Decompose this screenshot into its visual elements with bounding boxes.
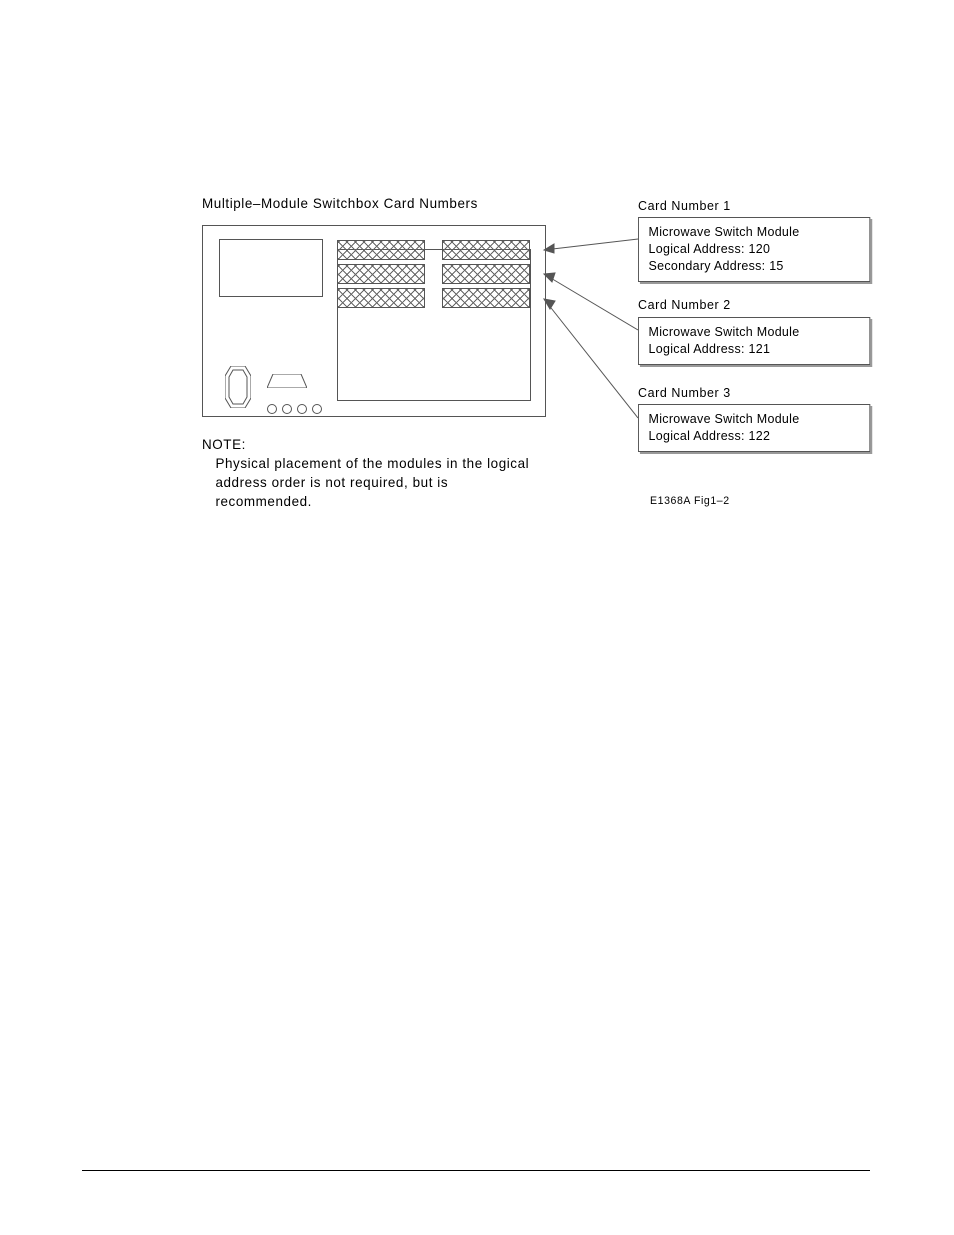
module-left bbox=[337, 240, 425, 260]
figure-reference: E1368A Fig1–2 bbox=[650, 495, 730, 507]
figure-title: Multiple–Module Switchbox Card Numbers bbox=[202, 195, 845, 211]
display-window bbox=[219, 239, 323, 297]
detail-line: Logical Address: 121 bbox=[649, 341, 860, 358]
detail-line: Microwave Switch Module bbox=[649, 411, 860, 428]
card-details-3: Microwave Switch Module Logical Address:… bbox=[638, 404, 870, 452]
led-icon bbox=[267, 404, 277, 414]
power-button-icon bbox=[225, 366, 251, 408]
page: Multiple–Module Switchbox Card Numbers bbox=[0, 0, 954, 1235]
module-right bbox=[442, 288, 530, 308]
drive-slot-icon bbox=[267, 374, 307, 388]
detail-line: Logical Address: 122 bbox=[649, 428, 860, 445]
led-icon bbox=[312, 404, 322, 414]
card-label-3: Card Number 3 bbox=[638, 385, 731, 400]
module-right bbox=[442, 240, 530, 260]
footer-rule bbox=[82, 1170, 870, 1171]
card-details-2: Microwave Switch Module Logical Address:… bbox=[638, 317, 870, 365]
indicator-leds bbox=[267, 404, 322, 414]
note-body: Physical placement of the modules in the… bbox=[215, 454, 539, 511]
card-label-1: Card Number 1 bbox=[638, 198, 731, 213]
figure-note: NOTE: Physical placement of the modules … bbox=[202, 436, 540, 511]
figure: Multiple–Module Switchbox Card Numbers bbox=[202, 195, 872, 211]
module-right bbox=[442, 264, 530, 284]
detail-line: Microwave Switch Module bbox=[649, 224, 860, 241]
note-heading: NOTE: bbox=[202, 436, 540, 452]
detail-line: Microwave Switch Module bbox=[649, 324, 860, 341]
module-left bbox=[337, 264, 425, 284]
detail-line: Logical Address: 120 bbox=[649, 241, 860, 258]
module-slot-3 bbox=[337, 288, 529, 306]
led-icon bbox=[282, 404, 292, 414]
module-slot-1 bbox=[337, 240, 529, 258]
card-label-2: Card Number 2 bbox=[638, 297, 731, 312]
chassis-outline bbox=[202, 225, 546, 417]
module-left bbox=[337, 288, 425, 308]
card-details-1: Microwave Switch Module Logical Address:… bbox=[638, 217, 870, 282]
module-slot-2 bbox=[337, 264, 529, 282]
detail-line: Secondary Address: 15 bbox=[649, 258, 860, 275]
led-icon bbox=[297, 404, 307, 414]
